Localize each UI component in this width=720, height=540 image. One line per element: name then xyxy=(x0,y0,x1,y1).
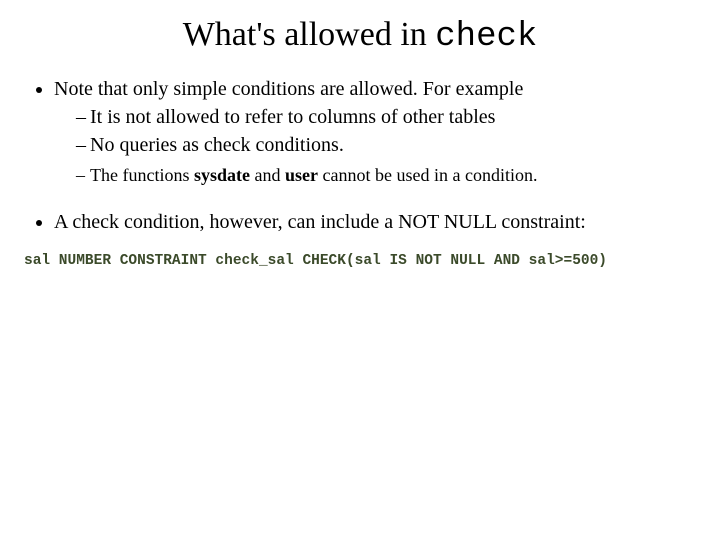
title-code: check xyxy=(435,18,537,56)
b1s3-kw2: user xyxy=(285,165,318,185)
bullet-1-sub-2: No queries as check conditions. xyxy=(76,132,696,158)
bullet-1-sub-3: The functions sysdate and user cannot be… xyxy=(76,164,696,187)
bullet-1: Note that only simple conditions are all… xyxy=(54,76,696,187)
bullet-1-text: Note that only simple conditions are all… xyxy=(54,78,523,100)
b1s3-pre: The functions xyxy=(90,165,194,185)
b1s3-mid: and xyxy=(250,165,285,185)
bullet-1-sub-1: It is not allowed to refer to columns of… xyxy=(76,104,696,130)
slide-title: What's allowed in check xyxy=(24,16,696,56)
b1s3-post: cannot be used in a condition. xyxy=(318,165,537,185)
title-text: What's allowed in xyxy=(183,16,436,53)
code-example: sal NUMBER CONSTRAINT check_sal CHECK(sa… xyxy=(24,253,696,269)
slide: What's allowed in check Note that only s… xyxy=(0,0,720,540)
b1s3-kw1: sysdate xyxy=(194,165,250,185)
bullet-1-sublist-2: The functions sysdate and user cannot be… xyxy=(54,164,696,187)
bullet-list-2: A check condition, however, can include … xyxy=(24,209,696,235)
bullet-1-sublist: It is not allowed to refer to columns of… xyxy=(54,104,696,158)
bullet-list: Note that only simple conditions are all… xyxy=(24,76,696,187)
spacer xyxy=(24,191,696,209)
bullet-2: A check condition, however, can include … xyxy=(54,209,696,235)
